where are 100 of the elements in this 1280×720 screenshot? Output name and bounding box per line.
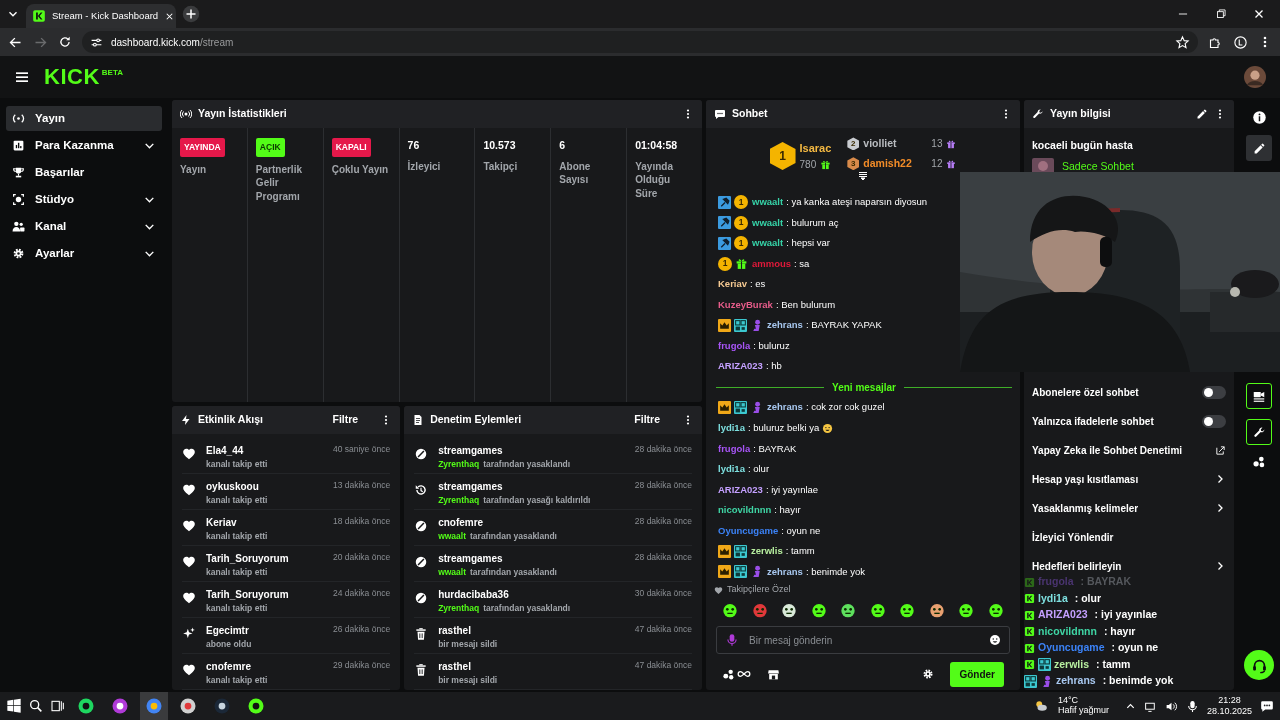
message-input[interactable]: Bir mesaj gönderin bbox=[747, 631, 981, 649]
filter-button[interactable]: Filtre bbox=[634, 412, 660, 428]
leaderboard-name[interactable]: violliet bbox=[863, 136, 928, 152]
help-button[interactable] bbox=[1244, 650, 1274, 680]
username[interactable]: KuzeyBurak bbox=[718, 297, 773, 313]
search-icon[interactable] bbox=[28, 698, 44, 714]
username[interactable]: zehrans bbox=[767, 564, 803, 579]
leaderboard-name[interactable]: Isarac bbox=[799, 140, 832, 157]
start-button[interactable] bbox=[6, 698, 22, 714]
restore-icon[interactable] bbox=[1214, 7, 1228, 21]
emote-icon[interactable] bbox=[722, 602, 738, 618]
sidebar-item[interactable]: Para Kazanma bbox=[6, 133, 162, 158]
username[interactable]: wwaalt bbox=[752, 215, 784, 230]
username[interactable]: zerwlis bbox=[751, 544, 783, 559]
emote-icon[interactable] bbox=[928, 602, 945, 618]
message-composer[interactable]: Bir mesaj gönderin bbox=[716, 626, 1010, 654]
username[interactable]: ARIZA023 bbox=[718, 359, 763, 374]
emote-icon[interactable] bbox=[840, 602, 857, 618]
notification-icon[interactable] bbox=[1260, 699, 1274, 713]
app-icon[interactable] bbox=[179, 697, 197, 715]
username: zerwlis bbox=[1054, 656, 1090, 672]
username[interactable]: ammous bbox=[752, 256, 792, 271]
sidebar-icon bbox=[12, 247, 25, 260]
username[interactable]: frugola bbox=[718, 338, 751, 354]
username[interactable]: rasthel bbox=[438, 659, 498, 674]
filter-button[interactable]: Filtre bbox=[332, 412, 359, 428]
category-link[interactable]: Sadece Sohbet bbox=[1062, 158, 1134, 175]
info-icon[interactable] bbox=[1251, 110, 1267, 125]
sidebar-item[interactable]: Stüdyo bbox=[6, 187, 162, 212]
edit-button[interactable] bbox=[1246, 135, 1272, 161]
username[interactable]: wwaalt bbox=[752, 195, 784, 210]
username[interactable]: zehrans bbox=[767, 400, 803, 415]
username[interactable]: hurdacibaba36 bbox=[438, 587, 571, 602]
username[interactable]: Keriav bbox=[718, 277, 748, 292]
setting-item[interactable]: İzleyici Yönlendir bbox=[1024, 522, 1234, 552]
leaderboard-name[interactable]: damish22 bbox=[863, 155, 928, 172]
app-icon[interactable] bbox=[111, 697, 129, 715]
send-button[interactable]: Gönder bbox=[950, 661, 1004, 687]
username[interactable]: frugola bbox=[718, 441, 751, 456]
new-tab-icon[interactable] bbox=[182, 5, 200, 23]
username[interactable]: wwaalt bbox=[752, 236, 784, 251]
username[interactable]: Keriav bbox=[206, 515, 268, 530]
toggle-switch[interactable] bbox=[1202, 414, 1226, 428]
dots-icon[interactable] bbox=[722, 667, 735, 681]
emote-icon[interactable] bbox=[958, 602, 975, 618]
settings-icon[interactable] bbox=[922, 668, 935, 680]
username[interactable]: streamgames bbox=[438, 443, 571, 458]
username[interactable]: streamgames bbox=[438, 551, 557, 566]
menu-icon[interactable] bbox=[14, 69, 30, 85]
logo[interactable]: KICK bbox=[44, 66, 100, 88]
emote-icon[interactable] bbox=[869, 602, 886, 618]
store-icon[interactable] bbox=[767, 667, 780, 681]
avatar-icon[interactable] bbox=[1244, 66, 1266, 88]
username[interactable]: cnofemre bbox=[206, 659, 268, 674]
emote-icon[interactable] bbox=[899, 602, 916, 618]
username[interactable]: streamgames bbox=[438, 479, 591, 494]
profile-icon[interactable] bbox=[1233, 34, 1248, 50]
username[interactable]: Egecimtr bbox=[206, 623, 252, 638]
task-view-icon[interactable] bbox=[50, 698, 66, 714]
app-icon[interactable] bbox=[247, 697, 265, 715]
edit-icon[interactable] bbox=[1196, 108, 1208, 120]
site-info-icon[interactable] bbox=[90, 35, 103, 49]
sidebar-item[interactable]: Yayın bbox=[6, 106, 162, 131]
username[interactable]: Tarih_Soruyorum bbox=[206, 551, 289, 566]
sidebar-item[interactable]: Ayarlar bbox=[6, 241, 162, 266]
setting-item[interactable]: Abonelere özel sohbet bbox=[1024, 377, 1234, 407]
emote-icon[interactable] bbox=[987, 602, 1004, 618]
app-icon[interactable] bbox=[213, 697, 231, 715]
username[interactable]: Ela4_44 bbox=[206, 443, 268, 458]
emote-icon[interactable] bbox=[810, 602, 827, 618]
emoji-icon[interactable] bbox=[989, 634, 1001, 646]
address-field[interactable]: dashboard.kick.com/stream bbox=[111, 34, 234, 50]
setting-item[interactable]: Yapay Zeka ile Sohbet Denetimi bbox=[1024, 435, 1234, 465]
username[interactable]: oykuskoou bbox=[206, 479, 268, 494]
username[interactable]: nicovildnnn bbox=[718, 503, 772, 518]
sidebar-item[interactable]: Başarılar bbox=[6, 160, 162, 185]
layout-button[interactable] bbox=[1246, 383, 1272, 409]
username[interactable]: Oyuncugame bbox=[718, 523, 779, 538]
username[interactable]: Tarih_Soruyorum bbox=[206, 587, 289, 602]
username[interactable]: rasthel bbox=[438, 623, 498, 638]
app-icon[interactable] bbox=[77, 697, 95, 715]
app-icon[interactable] bbox=[145, 697, 163, 715]
username[interactable]: ARIZA023 bbox=[718, 482, 763, 497]
browser-tab[interactable]: Stream - Kick Dashboard bbox=[26, 4, 176, 28]
setting-item[interactable]: Yasaklanmış kelimeler bbox=[1024, 493, 1234, 523]
setting-item[interactable]: Yalnızca ifadelerle sohbet bbox=[1024, 406, 1234, 436]
sidebar-item[interactable]: Kanal bbox=[6, 214, 162, 239]
username[interactable]: lydi1a bbox=[718, 421, 745, 436]
reload-icon[interactable] bbox=[58, 35, 72, 49]
tools-button[interactable] bbox=[1246, 419, 1272, 445]
dots-icon[interactable] bbox=[1252, 455, 1266, 469]
collapse-icon[interactable] bbox=[857, 170, 869, 182]
username[interactable]: zehrans bbox=[767, 318, 803, 333]
username[interactable]: lydi1a bbox=[718, 462, 745, 477]
microphone-icon[interactable] bbox=[1185, 699, 1199, 713]
setting-item[interactable]: Hesap yaşı kısıtlaması bbox=[1024, 464, 1234, 494]
emote-icon[interactable] bbox=[781, 602, 798, 618]
bookmark-star-icon[interactable] bbox=[1175, 34, 1190, 50]
username[interactable]: cnofemre bbox=[438, 515, 557, 530]
toggle-switch[interactable] bbox=[1202, 385, 1226, 399]
